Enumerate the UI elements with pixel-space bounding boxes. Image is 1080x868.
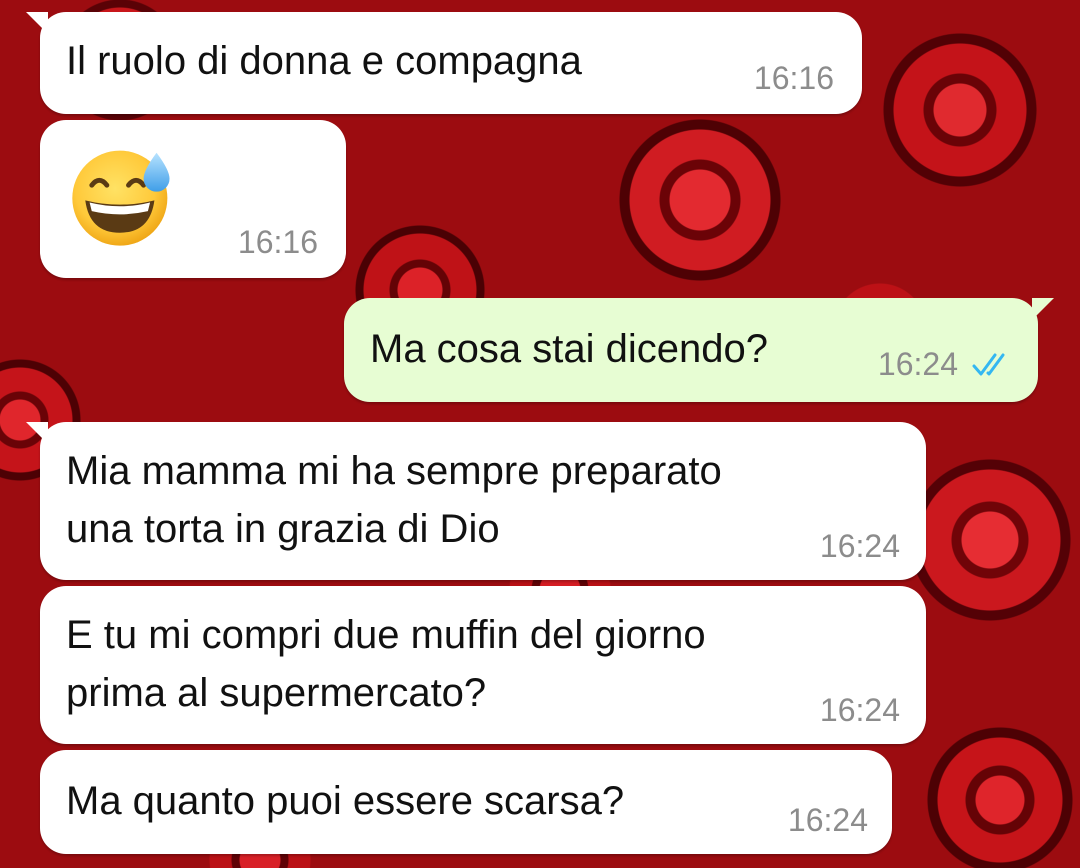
message-timestamp: 16:24 <box>819 692 900 728</box>
message-timestamp: 16:16 <box>237 224 318 260</box>
bubble-tail <box>26 12 48 34</box>
message-text: Ma quanto puoi essere scarsa? <box>66 779 625 823</box>
message-bubble-incoming[interactable]: Il ruolo di donna e compagna 16:16 <box>26 12 862 114</box>
double-check-icon <box>972 353 1005 376</box>
grinning-face-with-sweat-emoji <box>72 150 170 246</box>
message-text: Mia mamma mi ha sempre preparato una tor… <box>66 449 722 551</box>
message-text: Il ruolo di donna e compagna <box>66 39 582 83</box>
message-timestamp: 16:16 <box>753 60 834 96</box>
message-bubble-incoming[interactable]: E tu mi compri due muffin del giorno pri… <box>40 586 926 744</box>
message-bubble-incoming[interactable]: 16:16 <box>40 120 346 278</box>
message-bubble-incoming[interactable]: Ma quanto puoi essere scarsa? 16:24 <box>40 750 892 854</box>
message-timestamp: 16:24 <box>819 528 900 564</box>
bubble-tail <box>26 422 48 444</box>
message-bubble-incoming[interactable]: Mia mamma mi ha sempre preparato una tor… <box>26 422 926 580</box>
message-bubble-outgoing[interactable]: Ma cosa stai dicendo? 16:24 <box>344 298 1054 402</box>
message-text: Ma cosa stai dicendo? <box>370 327 769 371</box>
message-timestamp: 16:24 <box>877 346 958 382</box>
bubble-tail <box>1032 298 1054 320</box>
message-timestamp: 16:24 <box>787 802 868 838</box>
message-text: E tu mi compri due muffin del giorno pri… <box>66 613 706 715</box>
